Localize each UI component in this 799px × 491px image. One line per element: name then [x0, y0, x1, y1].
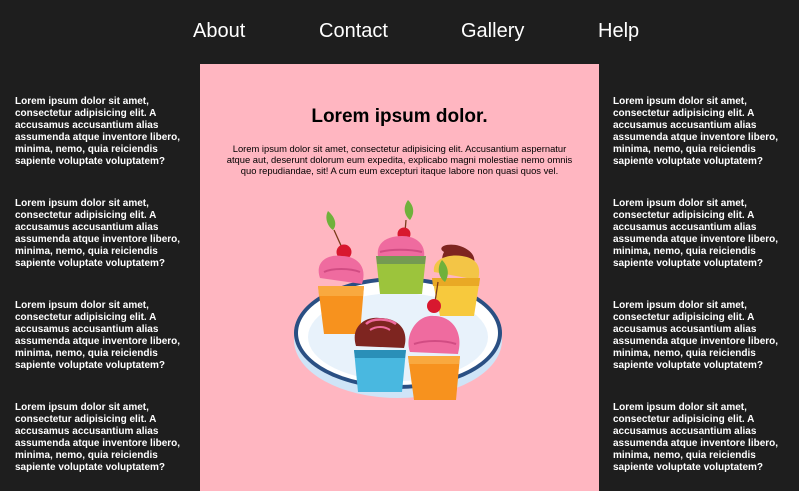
top-nav: About Contact Gallery Help — [0, 0, 799, 64]
right-sidebar: Lorem ipsum dolor sit amet, consectetur … — [599, 64, 799, 491]
sidebar-paragraph: Lorem ipsum dolor sit amet, consectetur … — [613, 300, 779, 371]
sidebar-paragraph: Lorem ipsum dolor sit amet, consectetur … — [613, 96, 779, 167]
main-content: Lorem ipsum dolor. Lorem ipsum dolor sit… — [200, 64, 599, 491]
sidebar-paragraph: Lorem ipsum dolor sit amet, consectetur … — [613, 198, 779, 269]
nav-link-help[interactable]: Help — [598, 19, 639, 43]
nav-link-contact[interactable]: Contact — [319, 19, 388, 43]
nav-link-about[interactable]: About — [193, 19, 245, 43]
sidebar-paragraph: Lorem ipsum dolor sit amet, consectetur … — [15, 402, 181, 473]
sidebar-paragraph: Lorem ipsum dolor sit amet, consectetur … — [613, 402, 779, 473]
main-lead-paragraph: Lorem ipsum dolor sit amet, consectetur … — [226, 143, 573, 177]
cupcakes-plate-illustration — [294, 200, 502, 400]
sidebar-paragraph: Lorem ipsum dolor sit amet, consectetur … — [15, 198, 181, 269]
sidebar-paragraph: Lorem ipsum dolor sit amet, consectetur … — [15, 96, 181, 167]
left-sidebar: Lorem ipsum dolor sit amet, consectetur … — [0, 64, 200, 491]
nav-link-gallery[interactable]: Gallery — [461, 19, 524, 43]
sidebar-paragraph: Lorem ipsum dolor sit amet, consectetur … — [15, 300, 181, 371]
main-title: Lorem ipsum dolor. — [311, 106, 488, 127]
